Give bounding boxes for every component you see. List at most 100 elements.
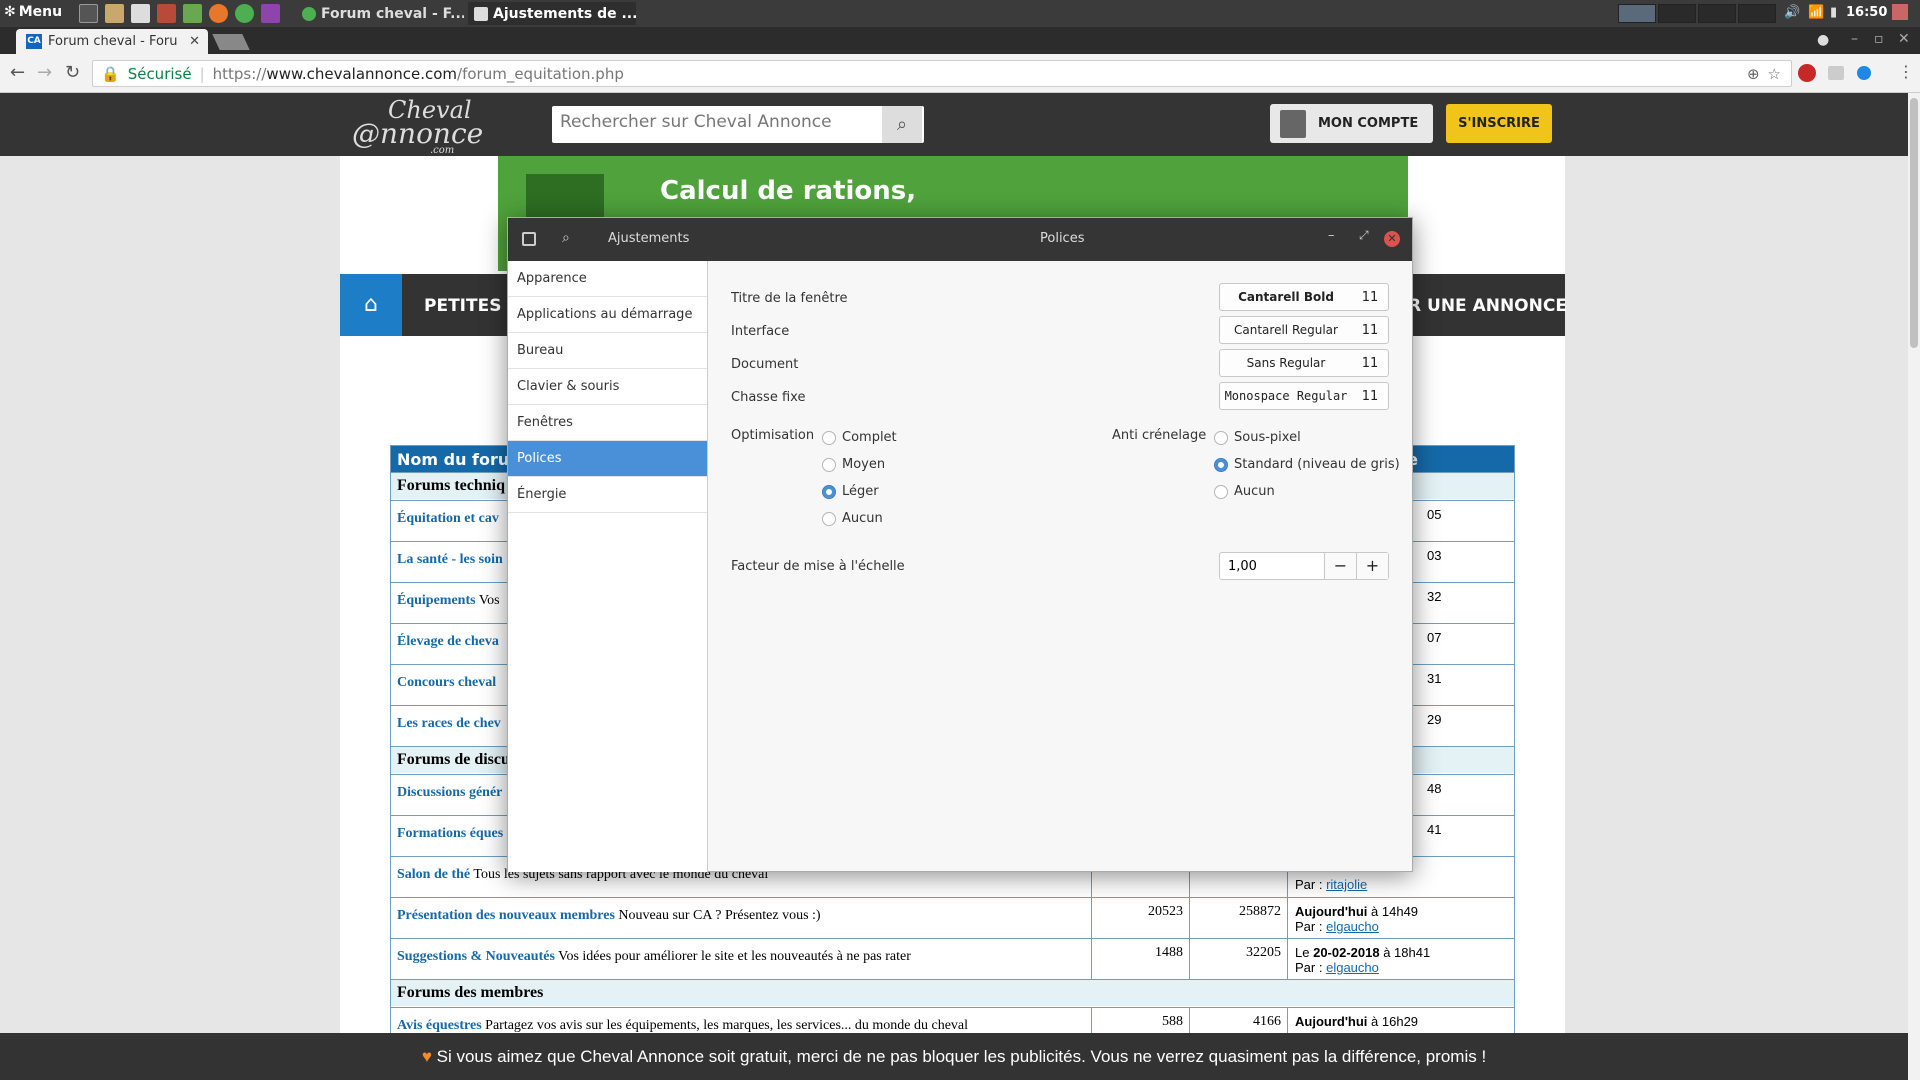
editor-launcher-icon[interactable] xyxy=(183,4,202,23)
forum-name[interactable]: Formations éques xyxy=(397,826,503,842)
battery-icon[interactable]: ▮ xyxy=(1830,5,1837,20)
table-row[interactable]: Suggestions & Nouveautés Vos idées pour … xyxy=(390,939,1515,980)
sidebar-item-polices[interactable]: Polices xyxy=(508,441,707,477)
sidebar-item-apparence[interactable]: Apparence xyxy=(508,261,707,297)
forum-link[interactable]: Équipements xyxy=(397,593,476,608)
zoom-icon[interactable]: ⊕ xyxy=(1747,65,1760,83)
power-icon[interactable] xyxy=(1892,4,1908,20)
browser-tab-active[interactable]: CA Forum cheval - Forum ✕ xyxy=(16,29,208,54)
sidebar-item-energie[interactable]: Énergie xyxy=(508,477,707,513)
author-link[interactable]: elgaucho xyxy=(1326,919,1379,934)
window-close-icon[interactable]: ✕ xyxy=(1898,31,1910,47)
window-minimize-icon[interactable]: – xyxy=(1851,31,1858,47)
decrement-button[interactable]: − xyxy=(1324,553,1356,579)
terminal-launcher-icon[interactable] xyxy=(79,4,98,23)
scrollbar-thumb[interactable] xyxy=(1910,98,1918,348)
radio-antialias-aucun[interactable]: Aucun xyxy=(1214,484,1275,499)
reload-icon[interactable]: ↻ xyxy=(65,62,80,83)
forum-name[interactable]: Discussions génér xyxy=(397,785,502,801)
sidebar-toggle-icon[interactable] xyxy=(522,232,536,246)
workspace-3[interactable] xyxy=(1698,4,1736,23)
forum-link[interactable]: Élevage de cheva xyxy=(397,634,499,649)
minimize-icon[interactable]: – xyxy=(1328,228,1335,243)
archive-launcher-icon[interactable] xyxy=(157,4,176,23)
forum-link[interactable]: Salon de thé xyxy=(397,867,470,882)
nav-deposer-annonce[interactable]: R UNE ANNONCE xyxy=(1408,296,1567,316)
clock[interactable]: 16:50 xyxy=(1846,5,1887,20)
sidebar-item-fenetres[interactable]: Fenêtres xyxy=(508,405,707,441)
calculator-launcher-icon[interactable] xyxy=(131,4,150,23)
account-button[interactable]: MON COMPTE xyxy=(1270,104,1433,143)
workspace-2[interactable] xyxy=(1658,4,1696,23)
radio-hinting-complet[interactable]: Complet xyxy=(822,430,897,445)
forum-link[interactable]: Avis équestres xyxy=(397,1018,482,1033)
volume-icon[interactable]: 🔊 xyxy=(1784,5,1800,20)
increment-button[interactable]: + xyxy=(1356,553,1388,579)
forum-name[interactable]: Présentation des nouveaux membres Nouvea… xyxy=(397,908,821,924)
forum-link[interactable]: Suggestions & Nouveautés xyxy=(397,949,555,964)
workspace-4[interactable] xyxy=(1738,4,1776,23)
author-link[interactable]: ritajolie xyxy=(1326,877,1367,892)
forum-name[interactable]: Avis équestres Partagez vos avis sur les… xyxy=(397,1018,968,1034)
forum-link[interactable]: La santé - les soin xyxy=(397,552,503,567)
browser-menu-icon[interactable]: ⋮ xyxy=(1898,62,1914,81)
scale-value[interactable]: 1,00 xyxy=(1220,553,1324,579)
font-button-interface[interactable]: Cantarell Regular 11 xyxy=(1219,316,1389,344)
search-icon[interactable]: ⌕ xyxy=(562,230,570,246)
radio-antialias-standard[interactable]: Standard (niveau de gris) xyxy=(1214,457,1400,472)
profile-icon[interactable]: ● xyxy=(1817,32,1829,48)
signup-button[interactable]: S'INSCRIRE xyxy=(1446,104,1552,143)
phpstorm-launcher-icon[interactable] xyxy=(261,4,280,23)
font-button-window-title[interactable]: Cantarell Bold 11 xyxy=(1219,283,1389,311)
forum-link[interactable]: Concours cheval xyxy=(397,675,496,690)
search-icon[interactable]: ⌕ xyxy=(882,106,922,143)
close-icon[interactable]: ✕ xyxy=(1384,231,1400,247)
forward-icon[interactable]: → xyxy=(37,62,52,83)
window-titlebar[interactable]: ⌕ Ajustements Polices – ⤢ ✕ xyxy=(508,218,1412,261)
forum-name[interactable]: La santé - les soin xyxy=(397,552,503,568)
task-ajustements[interactable]: Ajustements de ... xyxy=(468,2,636,25)
address-bar[interactable]: 🔒 Sécurisé | https://www.chevalannonce.c… xyxy=(92,60,1792,87)
chrome-launcher-icon[interactable] xyxy=(235,4,254,23)
workspace-1[interactable] xyxy=(1618,4,1656,23)
sidebar-item-clavier-souris[interactable]: Clavier & souris xyxy=(508,369,707,405)
font-button-monospace[interactable]: Monospace Regular 11 xyxy=(1219,382,1389,410)
extension-icon[interactable] xyxy=(1828,66,1844,80)
task-forum-cheval[interactable]: Forum cheval - F... xyxy=(296,2,464,25)
files-launcher-icon[interactable] xyxy=(105,4,124,23)
forum-link[interactable]: Discussions génér xyxy=(397,785,502,800)
forum-name[interactable]: Équipements Vos xyxy=(397,593,500,609)
sidebar-item-applications[interactable]: Applications au démarrage xyxy=(508,297,707,333)
close-tab-icon[interactable]: ✕ xyxy=(189,34,200,49)
radio-hinting-aucun[interactable]: Aucun xyxy=(822,511,883,526)
forum-link[interactable]: Présentation des nouveaux membres xyxy=(397,908,615,923)
radio-antialias-subpixel[interactable]: Sous-pixel xyxy=(1214,430,1301,445)
font-button-document[interactable]: Sans Regular 11 xyxy=(1219,349,1389,377)
site-search-input[interactable]: Rechercher sur Cheval Annonce xyxy=(552,106,924,143)
window-maximize-icon[interactable]: ▫ xyxy=(1874,31,1884,47)
adblock-extension-icon[interactable] xyxy=(1798,64,1816,82)
back-icon[interactable]: ← xyxy=(10,62,25,83)
forum-link[interactable]: Formations éques xyxy=(397,826,503,841)
table-row[interactable]: Présentation des nouveaux membres Nouvea… xyxy=(390,898,1515,939)
radio-hinting-leger[interactable]: Léger xyxy=(822,484,879,499)
start-menu-button[interactable]: ✻ Menu xyxy=(4,4,62,20)
sidebar-item-bureau[interactable]: Bureau xyxy=(508,333,707,369)
forum-link[interactable]: Équitation et cav xyxy=(397,511,499,526)
home-icon[interactable]: ⌂ xyxy=(340,274,402,336)
forum-name[interactable]: Élevage de cheva xyxy=(397,634,499,650)
forum-link[interactable]: Les races de chev xyxy=(397,716,501,731)
site-logo[interactable]: Cheval @nnonce .com xyxy=(352,98,483,156)
bookmark-star-icon[interactable]: ☆ xyxy=(1768,65,1781,83)
author-link[interactable]: elgaucho xyxy=(1326,960,1379,975)
radio-hinting-moyen[interactable]: Moyen xyxy=(822,457,885,472)
firefox-launcher-icon[interactable] xyxy=(209,4,228,23)
scale-spinbutton[interactable]: 1,00 − + xyxy=(1219,552,1389,580)
forum-name[interactable]: Suggestions & Nouveautés Vos idées pour … xyxy=(397,949,911,965)
wifi-icon[interactable]: 📶 xyxy=(1808,5,1824,20)
maximize-icon[interactable]: ⤢ xyxy=(1359,228,1369,243)
sync-extension-icon[interactable] xyxy=(1857,66,1871,80)
forum-name[interactable]: Concours cheval xyxy=(397,675,496,691)
forum-name[interactable]: Équitation et cav xyxy=(397,511,499,527)
forum-name[interactable]: Les races de chev xyxy=(397,716,501,732)
